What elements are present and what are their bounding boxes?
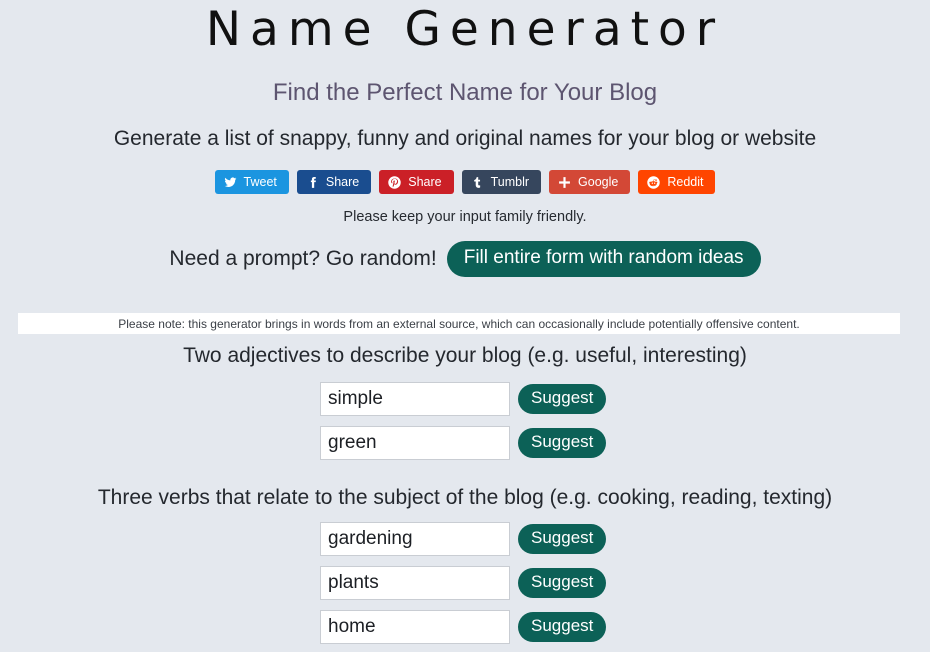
share-button-google[interactable]: Google bbox=[549, 170, 631, 194]
external-source-notice-text: Please note: this generator brings in wo… bbox=[118, 316, 800, 331]
reddit-icon bbox=[647, 175, 661, 189]
tumblr-icon bbox=[471, 176, 484, 189]
share-button-label: Share bbox=[408, 174, 442, 189]
pinterest-icon bbox=[388, 175, 401, 189]
share-button-facebook[interactable]: Share bbox=[296, 170, 372, 194]
suggest-button-adjective-2[interactable]: Suggest bbox=[518, 428, 607, 458]
adjective-input-2[interactable] bbox=[320, 426, 510, 460]
share-button-twitter[interactable]: Tweet bbox=[214, 170, 289, 194]
field-row: Suggest bbox=[0, 610, 930, 644]
field-row: Suggest bbox=[0, 566, 930, 600]
verb-input-3[interactable] bbox=[320, 610, 510, 644]
page-subtitle: Find the Perfect Name for Your Blog bbox=[272, 79, 658, 106]
random-prompt-label: Need a prompt? Go random! bbox=[169, 246, 437, 270]
field-group-verbs: Three verbs that relate to the subject o… bbox=[0, 484, 930, 644]
share-button-label: Google bbox=[578, 174, 619, 189]
random-prompt-row: Need a prompt? Go random! Fill entire fo… bbox=[0, 241, 930, 277]
page-tagline: Generate a list of snappy, funny and ori… bbox=[113, 127, 817, 150]
share-button-label: Reddit bbox=[667, 174, 704, 189]
suggest-button-verb-1[interactable]: Suggest bbox=[518, 524, 607, 554]
google-plus-icon bbox=[558, 176, 571, 189]
twitter-icon bbox=[224, 176, 237, 189]
share-button-label: Tumblr bbox=[490, 174, 530, 189]
name-generator-form: Two adjectives to describe your blog (e.… bbox=[0, 340, 930, 644]
share-button-label: Share bbox=[325, 174, 360, 189]
share-button-tumblr[interactable]: Tumblr bbox=[461, 170, 542, 194]
field-row: Suggest bbox=[0, 426, 930, 460]
suggest-button-verb-2[interactable]: Suggest bbox=[518, 568, 607, 598]
share-button-reddit[interactable]: Reddit bbox=[638, 170, 716, 194]
verb-input-1[interactable] bbox=[320, 522, 510, 556]
field-row: Suggest bbox=[0, 382, 930, 416]
facebook-icon bbox=[306, 176, 319, 189]
external-source-notice: Please note: this generator brings in wo… bbox=[18, 313, 900, 334]
social-share-row: Tweet Share Share Tumblr Google Reddit bbox=[0, 170, 930, 194]
page-title: Name Generator bbox=[205, 2, 725, 57]
adjective-input-1[interactable] bbox=[320, 382, 510, 416]
field-row: Suggest bbox=[0, 522, 930, 556]
field-group-label-adjectives: Two adjectives to describe your blog (e.… bbox=[183, 344, 747, 367]
share-button-label: Tweet bbox=[243, 174, 277, 189]
suggest-button-adjective-1[interactable]: Suggest bbox=[518, 384, 607, 414]
family-friendly-note: Please keep your input family friendly. bbox=[343, 209, 587, 225]
field-group-adjectives: Two adjectives to describe your blog (e.… bbox=[0, 340, 930, 460]
fill-random-form-button[interactable]: Fill entire form with random ideas bbox=[446, 241, 761, 277]
verb-input-2[interactable] bbox=[320, 566, 510, 600]
suggest-button-verb-3[interactable]: Suggest bbox=[518, 612, 607, 642]
share-button-pinterest[interactable]: Share bbox=[379, 170, 454, 194]
field-group-label-verbs: Three verbs that relate to the subject o… bbox=[97, 486, 833, 509]
